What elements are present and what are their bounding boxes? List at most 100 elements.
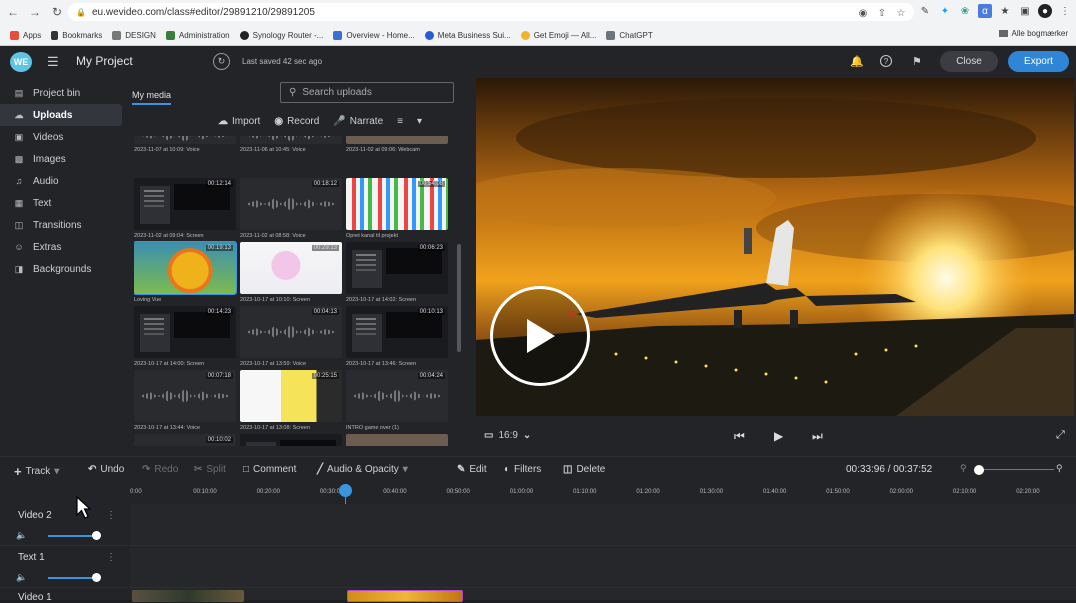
media-thumbnail[interactable]: 00:06:23: [346, 242, 448, 294]
back-icon[interactable]: ←: [4, 3, 22, 21]
volume-knob[interactable]: [92, 573, 101, 582]
timeline-ruler[interactable]: 0:00 00:10:00 00:20:00 00:30:00 00:40:00 00:5…: [130, 482, 1076, 502]
audio-opacity-button[interactable]: ╱ Audio & Opacity ▾: [317, 464, 408, 475]
tab-my-media[interactable]: My media: [132, 90, 172, 105]
media-thumbnail[interactable]: [134, 136, 236, 144]
sidebar-item-videos[interactable]: ▣ Videos: [0, 126, 122, 148]
track-name[interactable]: Video 1: [18, 592, 52, 603]
sidebar-item-project-bin[interactable]: ▤ Project bin: [0, 82, 122, 104]
filters-button[interactable]: ◐ Filters: [504, 464, 541, 475]
track-name[interactable]: Text 1: [18, 552, 45, 563]
close-button[interactable]: Close: [940, 51, 998, 72]
timeline-zoom-slider[interactable]: ⚲ ⚲: [960, 463, 1070, 477]
undo-button[interactable]: ↶ Undo: [88, 464, 124, 475]
play-icon[interactable]: ▶: [774, 429, 783, 443]
bookmark-administration[interactable]: Administration: [165, 30, 230, 40]
project-title[interactable]: My Project: [76, 54, 133, 68]
wevideo-logo[interactable]: WE: [10, 52, 32, 72]
sort-icon[interactable]: ≡: [397, 116, 403, 127]
media-thumbnail[interactable]: 00:07:18: [134, 370, 236, 422]
record-button[interactable]: ◉ Record: [274, 116, 319, 127]
chrome-menu-icon[interactable]: ⋮: [1058, 4, 1072, 18]
media-thumbnail[interactable]: 00:29:13: [240, 242, 342, 294]
comment-button[interactable]: □ Comment: [243, 464, 296, 475]
bookmark-meta[interactable]: Meta Business Sui...: [424, 30, 511, 40]
bookmark-synology[interactable]: Synology Router -...: [239, 30, 323, 40]
filter-dropdown-icon[interactable]: ▾: [417, 116, 422, 127]
aspect-ratio-select[interactable]: ▭ 16:9 ⌄: [484, 430, 531, 441]
volume-slider[interactable]: [48, 535, 98, 537]
bookmark-apps[interactable]: Apps: [10, 30, 41, 40]
track-lane-video-2[interactable]: [130, 504, 1076, 546]
bookmark-star-icon[interactable]: ☆: [894, 6, 908, 20]
sidebar-item-uploads[interactable]: ☁ Uploads: [0, 104, 122, 126]
media-thumbnail[interactable]: [240, 434, 342, 446]
track-lane-text-1[interactable]: [130, 546, 1076, 588]
media-thumbnail[interactable]: 00:18:12: [240, 178, 342, 230]
address-bar[interactable]: 🔒 eu.wevideo.com/class#editor/29891210/2…: [68, 3, 914, 21]
media-thumbnail[interactable]: [240, 136, 342, 144]
reload-icon[interactable]: ↻: [48, 3, 66, 21]
sidebar-item-audio[interactable]: ♫ Audio: [0, 170, 122, 192]
sidebar-item-text[interactable]: ▦ Text: [0, 192, 122, 214]
save-history-icon[interactable]: ↻: [213, 53, 230, 70]
bookmark-overview[interactable]: Overview - Home...: [333, 30, 415, 40]
timeline-clip[interactable]: [132, 590, 244, 602]
bookmark-bookmarks[interactable]: Bookmarks: [51, 30, 102, 40]
volume-icon[interactable]: 🔈: [16, 572, 27, 583]
media-thumbnail[interactable]: 00:54:08: [346, 178, 448, 230]
share-icon[interactable]: ⇧: [875, 6, 889, 20]
edit-button[interactable]: ✎ Edit: [457, 464, 487, 475]
hamburger-menu-icon[interactable]: ☰: [47, 54, 59, 70]
track-lane-video-1[interactable]: [130, 588, 1076, 600]
sidebar-item-images[interactable]: ▩ Images: [0, 148, 122, 170]
volume-icon[interactable]: 🔈: [16, 530, 27, 541]
add-track-button[interactable]: + Track ▾: [14, 464, 59, 479]
media-thumbnail[interactable]: 00:19:13: [134, 241, 237, 295]
volume-slider[interactable]: [48, 577, 98, 579]
media-thumbnail[interactable]: 00:04:24: [346, 370, 448, 422]
extension-bird-icon[interactable]: ✦: [938, 4, 952, 18]
profile-avatar[interactable]: ●: [1038, 4, 1052, 18]
media-thumbnail[interactable]: [346, 136, 448, 144]
media-scrollbar[interactable]: [457, 244, 461, 352]
media-thumbnail[interactable]: 00:25:15: [240, 370, 342, 422]
media-thumbnail[interactable]: 00:04:13: [240, 306, 342, 358]
sidebar-item-transitions[interactable]: ◫ Transitions: [0, 214, 122, 236]
forward-icon[interactable]: →: [26, 3, 44, 21]
help-icon[interactable]: ?: [880, 55, 892, 67]
announcement-icon[interactable]: ⚑: [912, 55, 922, 68]
extension-translate-icon[interactable]: α: [978, 4, 992, 18]
other-bookmarks[interactable]: Alle bogmærker: [998, 29, 1068, 38]
volume-knob[interactable]: [92, 531, 101, 540]
bell-icon[interactable]: 🔔: [850, 55, 864, 68]
media-thumbnail[interactable]: 00:12:14: [134, 178, 236, 230]
narrate-button[interactable]: 🎤 Narrate: [333, 116, 383, 127]
import-button[interactable]: ☁ Import: [218, 116, 260, 127]
media-thumbnail[interactable]: [346, 434, 448, 446]
split-button[interactable]: ✂ Split: [194, 464, 226, 475]
google-lens-icon[interactable]: ◉: [856, 6, 870, 20]
redo-button[interactable]: ↷ Redo: [142, 464, 178, 475]
sidepanel-icon[interactable]: ▣: [1018, 4, 1032, 18]
kebab-menu-icon[interactable]: ⋮: [106, 510, 116, 521]
export-button[interactable]: Export: [1008, 51, 1069, 72]
zoom-knob[interactable]: [974, 465, 984, 475]
skip-back-icon[interactable]: ⏮: [734, 429, 745, 444]
bookmark-chatgpt[interactable]: ChatGPT: [606, 30, 653, 40]
bookmark-emoji[interactable]: Get Emoji — All...: [520, 30, 596, 40]
playhead-handle[interactable]: [339, 484, 352, 497]
track-name[interactable]: Video 2: [18, 510, 52, 521]
zoom-in-icon[interactable]: ⚲: [1056, 463, 1063, 474]
media-thumbnail[interactable]: 00:10:02: [134, 434, 236, 446]
delete-button[interactable]: ◫ Delete: [563, 464, 605, 475]
search-input[interactable]: ⚲ Search uploads: [280, 82, 454, 103]
play-overlay-button[interactable]: [490, 286, 590, 386]
extension-leaf-icon[interactable]: ❀: [958, 4, 972, 18]
extensions-puzzle-icon[interactable]: ★: [998, 4, 1012, 18]
sidebar-item-backgrounds[interactable]: ◨ Backgrounds: [0, 258, 122, 280]
bookmark-design[interactable]: DESIGN: [112, 30, 156, 40]
zoom-out-icon[interactable]: ⚲: [960, 463, 967, 474]
timeline-clip-selected[interactable]: [347, 590, 463, 602]
sidebar-item-extras[interactable]: ☺ Extras: [0, 236, 122, 258]
